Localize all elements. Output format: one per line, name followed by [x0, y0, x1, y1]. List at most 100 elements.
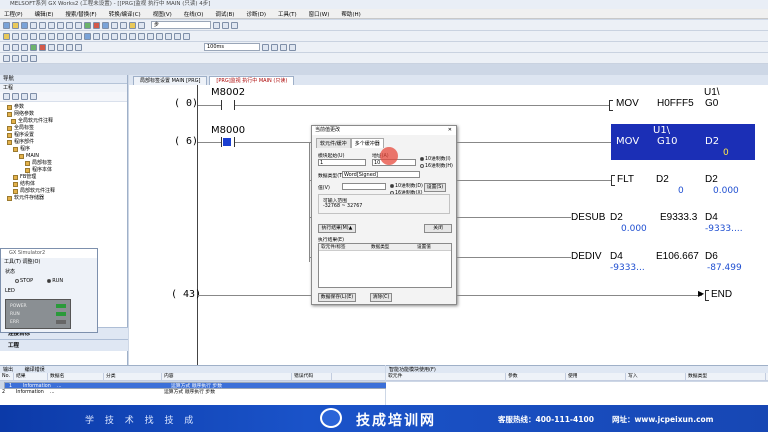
rise-icon[interactable]	[66, 32, 73, 40]
output-row[interactable]: 1 Information ... 运算方式 顺序执行 步数	[4, 382, 389, 389]
read-mode-icon[interactable]	[138, 32, 145, 40]
result-table[interactable]: 软元件/标签 数据类型 设置值	[318, 243, 452, 288]
fall-icon[interactable]	[75, 32, 82, 40]
tree-item-program-body[interactable]: 程序本体	[3, 167, 127, 174]
dialog-close-icon[interactable]: ✕	[448, 126, 452, 135]
tree-item-program[interactable]: 程序	[3, 146, 127, 153]
contact-nc-icon[interactable]	[21, 32, 28, 40]
close-button[interactable]: 关闭	[424, 224, 452, 233]
tree-item-fb[interactable]: FB管理	[3, 174, 127, 181]
break-icon[interactable]	[75, 43, 82, 51]
clock-icon[interactable]	[271, 43, 278, 51]
stop-icon[interactable]	[39, 43, 46, 51]
vline-icon[interactable]	[57, 32, 64, 40]
tree-item-struct[interactable]: 结构体	[3, 181, 127, 188]
register-icon[interactable]	[183, 32, 190, 40]
tab-local-label[interactable]: 局部标签设置 MAIN [PRG]	[133, 76, 208, 85]
instruction-mov[interactable]: MOV	[616, 98, 639, 109]
sim-stop-radio[interactable]: STOP	[15, 278, 33, 284]
tab-multi-buffer[interactable]: 多个缓冲器	[350, 138, 384, 148]
print-icon[interactable]	[30, 21, 37, 29]
radio-hex[interactable]: 16进制数(H)	[420, 162, 453, 169]
hline-icon[interactable]	[48, 32, 55, 40]
scan-icon[interactable]	[12, 43, 19, 51]
comment-icon[interactable]	[84, 32, 91, 40]
operand-source[interactable]: D2	[656, 174, 669, 185]
tree-item-device-comment[interactable]: 全局软元件注释	[3, 118, 127, 125]
operand-2[interactable]: E106.667	[656, 251, 699, 262]
instruction-dediv[interactable]: DEDIV	[571, 251, 602, 262]
simulator-menu[interactable]: 工具(T) 调整(O)	[1, 258, 97, 266]
tree-item-params[interactable]: 参数	[3, 104, 127, 111]
param-icon[interactable]	[21, 54, 28, 62]
tab-device-buffer[interactable]: 软元件/缓冲	[316, 138, 351, 148]
nav-delete-icon[interactable]	[30, 93, 37, 100]
network-icon[interactable]	[30, 54, 37, 62]
menu-compile[interactable]: 转换/编译(C)	[109, 10, 141, 18]
reset-icon[interactable]	[48, 43, 55, 51]
buffer-icon[interactable]	[12, 54, 19, 62]
step-icon[interactable]	[3, 43, 10, 51]
device-icon[interactable]	[138, 21, 145, 29]
selected-instruction[interactable]: MOV U1\ G10 D2 0	[611, 124, 755, 160]
unit-input[interactable]: 1	[318, 159, 366, 166]
menu-diagnostics[interactable]: 诊断(D)	[246, 10, 266, 18]
operand-1[interactable]: D4	[610, 251, 623, 262]
cut-icon[interactable]	[39, 21, 46, 29]
reference-list[interactable]	[386, 382, 768, 405]
speed-icon[interactable]	[280, 43, 287, 51]
menu-project[interactable]: 工程(P)	[4, 10, 23, 18]
tree-item-network[interactable]: 网络参数	[3, 111, 127, 118]
device-comment-icon[interactable]	[120, 32, 127, 40]
operand-1[interactable]: D2	[610, 212, 623, 223]
copy-icon[interactable]	[48, 21, 55, 29]
output-row[interactable]: 2 Information ... 运算方式 顺序执行 步数	[0, 389, 385, 396]
contact-no-icon[interactable]	[12, 32, 19, 40]
operand-dest[interactable]: D2	[705, 174, 718, 185]
tree-item-local-comment[interactable]: 局部软元件注释	[3, 188, 127, 195]
batch-icon[interactable]	[165, 32, 172, 40]
operand-source[interactable]: H0FFF5	[657, 98, 694, 109]
contact-m8000[interactable]	[221, 137, 235, 147]
clear-button[interactable]: 清除(C)	[370, 293, 392, 302]
ladder-icon[interactable]	[3, 32, 10, 40]
instruction-icon[interactable]	[39, 32, 46, 40]
statement-icon[interactable]	[93, 32, 100, 40]
open-icon[interactable]	[12, 21, 19, 29]
radio-decimal[interactable]: 10进制数(I)	[420, 155, 451, 162]
watch-icon[interactable]	[174, 32, 181, 40]
contact-m8002[interactable]	[221, 100, 235, 110]
simulate-icon[interactable]	[129, 21, 136, 29]
read-plc-icon[interactable]	[102, 21, 109, 29]
undo-icon[interactable]	[66, 21, 73, 29]
trace-icon[interactable]	[66, 43, 73, 51]
paste-icon[interactable]	[57, 21, 64, 29]
menu-online[interactable]: 在线(O)	[184, 10, 204, 18]
write-plc-icon[interactable]	[93, 21, 100, 29]
label-icon[interactable]	[111, 32, 118, 40]
menu-view[interactable]: 视图(V)	[153, 10, 172, 18]
find-icon[interactable]	[213, 21, 220, 29]
replace-icon[interactable]	[222, 21, 229, 29]
tree-item-local-label[interactable]: 局部标签	[3, 160, 127, 167]
tree-item-device-memory[interactable]: 软元件存储器	[3, 195, 127, 202]
menu-edit[interactable]: 编辑(E)	[35, 10, 54, 18]
scan-time-combo[interactable]: 100ms	[204, 43, 260, 51]
note-icon[interactable]	[102, 32, 109, 40]
compile-icon[interactable]	[84, 21, 91, 29]
operand-3[interactable]: D4	[705, 212, 718, 223]
instruction-desub[interactable]: DESUB	[571, 212, 605, 223]
menu-tool[interactable]: 工具(T)	[278, 10, 297, 18]
nav-add-icon[interactable]	[21, 93, 28, 100]
pause-icon[interactable]	[21, 43, 28, 51]
monitor-mode-icon[interactable]	[156, 32, 163, 40]
result-toggle-button[interactable]: 执行结果(M)▲	[318, 224, 356, 233]
stop-monitor-icon[interactable]	[120, 21, 127, 29]
set-button[interactable]: 设置(S)	[424, 183, 446, 192]
menu-help[interactable]: 帮助(H)	[341, 10, 360, 18]
instruction-end[interactable]: END	[711, 289, 732, 300]
save-icon[interactable]	[21, 21, 28, 29]
nav-collapse-icon[interactable]	[3, 93, 10, 100]
nav-project-tab[interactable]: 工程	[0, 339, 128, 351]
zoom-icon[interactable]	[231, 21, 238, 29]
